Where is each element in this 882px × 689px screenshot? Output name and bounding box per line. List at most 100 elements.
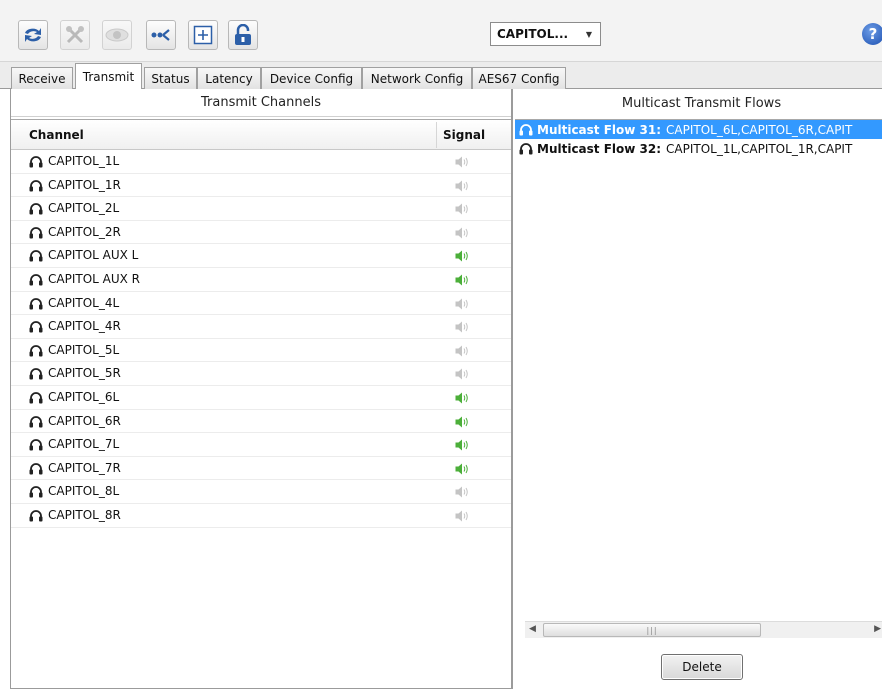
tab-device-config[interactable]: Device Config bbox=[261, 67, 362, 89]
scroll-left-icon[interactable]: ◀ bbox=[529, 624, 536, 634]
signal-off-icon bbox=[455, 156, 471, 171]
signal-off-icon bbox=[455, 321, 471, 336]
tab-transmit[interactable]: Transmit bbox=[75, 63, 142, 89]
channel-name: CAPITOL_7R bbox=[48, 460, 121, 475]
headphones-icon bbox=[29, 367, 43, 383]
headphones-icon bbox=[29, 155, 43, 171]
horizontal-scrollbar[interactable]: ◀ ||| ▶ bbox=[525, 621, 882, 638]
signal-off-icon bbox=[455, 510, 471, 525]
channel-name: CAPITOL_4L bbox=[48, 295, 120, 310]
channel-name: CAPITOL_5L bbox=[48, 342, 120, 357]
scrollbar-thumb[interactable]: ||| bbox=[543, 623, 761, 637]
add-button[interactable] bbox=[188, 20, 218, 50]
tools-button[interactable] bbox=[60, 20, 90, 50]
table-row[interactable]: CAPITOL_4L bbox=[11, 292, 511, 316]
refresh-button[interactable] bbox=[18, 20, 48, 50]
add-icon bbox=[193, 25, 213, 45]
signal-off-icon bbox=[455, 368, 471, 383]
chevron-down-icon: ▼ bbox=[585, 30, 593, 39]
tab-bar: Receive Transmit Status Latency Device C… bbox=[0, 62, 882, 89]
tab-latency[interactable]: Latency bbox=[197, 67, 261, 89]
headphones-icon bbox=[29, 297, 43, 313]
table-row[interactable]: CAPITOL_4R bbox=[11, 315, 511, 339]
table-row[interactable]: CAPITOL_1R bbox=[11, 174, 511, 198]
tab-status[interactable]: Status bbox=[144, 67, 197, 89]
headphones-icon bbox=[29, 415, 43, 431]
signal-on-icon bbox=[455, 463, 471, 478]
help-icon: ? bbox=[868, 25, 878, 43]
column-header-signal[interactable]: Signal bbox=[443, 128, 485, 142]
signal-off-icon bbox=[455, 203, 471, 218]
table-row[interactable]: CAPITOL_7L bbox=[11, 433, 511, 457]
view-button[interactable] bbox=[102, 20, 132, 50]
table-row[interactable]: CAPITOL_5R bbox=[11, 362, 511, 386]
headphones-icon bbox=[519, 142, 533, 155]
flow-label: Multicast Flow 31: bbox=[537, 122, 662, 137]
tab-aes67-config-label: AES67 Config bbox=[478, 71, 560, 86]
tab-receive-label: Receive bbox=[18, 71, 66, 86]
channel-name: CAPITOL_8L bbox=[48, 484, 120, 499]
flow-channels: CAPITOL_1L,CAPITOL_1R,CAPIT bbox=[666, 141, 853, 156]
tab-device-config-label: Device Config bbox=[269, 71, 354, 86]
signal-off-icon bbox=[455, 345, 471, 360]
table-row[interactable]: CAPITOL_5L bbox=[11, 339, 511, 363]
headphones-icon bbox=[29, 249, 43, 265]
headphones-icon bbox=[29, 485, 43, 501]
multicast-flow-item[interactable]: Multicast Flow 31: CAPITOL_6L,CAPITOL_6R,… bbox=[515, 120, 882, 139]
table-header: Channel Signal bbox=[11, 120, 511, 150]
network-button[interactable] bbox=[146, 20, 176, 50]
eye-icon bbox=[105, 27, 129, 43]
table-row[interactable]: CAPITOL_8R bbox=[11, 504, 511, 528]
tab-network-config[interactable]: Network Config bbox=[362, 67, 472, 89]
table-row[interactable]: CAPITOL_8L bbox=[11, 480, 511, 504]
scroll-right-icon[interactable]: ▶ bbox=[874, 624, 881, 634]
help-button[interactable]: ? bbox=[862, 23, 882, 45]
table-row[interactable]: CAPITOL_7R bbox=[11, 457, 511, 481]
table-row[interactable]: CAPITOL_6L bbox=[11, 386, 511, 410]
table-row[interactable]: CAPITOL_2L bbox=[11, 197, 511, 221]
table-row[interactable]: CAPITOL_1L bbox=[11, 150, 511, 174]
signal-on-icon bbox=[455, 416, 471, 431]
device-select[interactable]: CAPITOL... ▼ bbox=[490, 22, 601, 46]
headphones-icon bbox=[29, 509, 43, 525]
table-row[interactable]: CAPITOL_2R bbox=[11, 221, 511, 245]
column-header-channel[interactable]: Channel bbox=[29, 128, 84, 142]
channel-name: CAPITOL_1R bbox=[48, 177, 121, 192]
table-row[interactable]: CAPITOL_6R bbox=[11, 410, 511, 434]
multicast-flows-list[interactable]: Multicast Flow 31: CAPITOL_6L,CAPITOL_6R,… bbox=[515, 119, 882, 633]
headphones-icon bbox=[29, 226, 43, 242]
network-icon bbox=[150, 27, 172, 43]
flow-label: Multicast Flow 32: bbox=[537, 141, 662, 156]
tab-latency-label: Latency bbox=[205, 71, 253, 86]
tab-aes67-config[interactable]: AES67 Config bbox=[472, 67, 566, 89]
channel-name: CAPITOL_6L bbox=[48, 389, 120, 404]
channel-name: CAPITOL_2R bbox=[48, 224, 121, 239]
tab-transmit-label: Transmit bbox=[82, 69, 135, 84]
signal-on-icon bbox=[455, 274, 471, 289]
signal-on-icon bbox=[455, 392, 471, 407]
multicast-flow-item[interactable]: Multicast Flow 32: CAPITOL_1L,CAPITOL_1R,… bbox=[515, 139, 882, 158]
headphones-icon bbox=[29, 462, 43, 478]
refresh-icon bbox=[22, 25, 44, 45]
tab-receive[interactable]: Receive bbox=[11, 67, 73, 89]
channel-name: CAPITOL AUX L bbox=[48, 248, 139, 263]
signal-off-icon bbox=[455, 486, 471, 501]
transmit-channels-table[interactable]: Channel Signal CAPITOL_1L CAPITOL_1R CAPIT… bbox=[11, 119, 511, 687]
channel-name: CAPITOL_7L bbox=[48, 437, 120, 452]
column-divider bbox=[436, 122, 437, 148]
lock-button[interactable] bbox=[228, 20, 258, 50]
device-select-value: CAPITOL... bbox=[497, 27, 569, 41]
headphones-icon bbox=[29, 344, 43, 360]
headphones-icon bbox=[29, 391, 43, 407]
transmit-channels-title: Transmit Channels bbox=[11, 89, 511, 117]
flow-channels: CAPITOL_6L,CAPITOL_6R,CAPIT bbox=[666, 122, 853, 137]
channel-name: CAPITOL_4R bbox=[48, 319, 121, 334]
tab-network-config-label: Network Config bbox=[370, 71, 464, 86]
headphones-icon bbox=[29, 320, 43, 336]
delete-button[interactable]: Delete bbox=[661, 654, 743, 680]
signal-off-icon bbox=[455, 298, 471, 313]
signal-on-icon bbox=[455, 250, 471, 265]
table-row[interactable]: CAPITOL AUX R bbox=[11, 268, 511, 292]
tab-status-label: Status bbox=[151, 71, 190, 86]
table-row[interactable]: CAPITOL AUX L bbox=[11, 244, 511, 268]
